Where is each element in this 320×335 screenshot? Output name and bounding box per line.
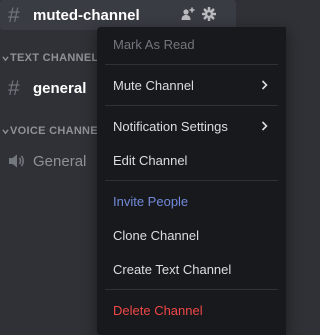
channel-actions bbox=[181, 6, 217, 26]
menu-item-mark-as-read[interactable]: Mark As Read bbox=[97, 31, 286, 57]
menu-divider bbox=[105, 180, 278, 181]
menu-divider bbox=[105, 289, 278, 290]
category-voice-channels[interactable]: VOICE CHANNELS bbox=[0, 125, 113, 137]
add-member-icon[interactable] bbox=[181, 7, 195, 26]
speaker-icon bbox=[8, 153, 26, 169]
channel-name: general bbox=[33, 79, 87, 97]
gear-icon[interactable] bbox=[201, 6, 217, 26]
menu-item-notification-settings[interactable]: Notification Settings bbox=[97, 113, 286, 139]
channel-name: muted-channel bbox=[33, 6, 140, 24]
chevron-down-icon bbox=[0, 55, 10, 62]
category-label: TEXT CHANNELS bbox=[10, 52, 107, 64]
chevron-down-icon bbox=[0, 128, 10, 135]
menu-item-mute-channel[interactable]: Mute Channel bbox=[97, 72, 286, 98]
channel-context-menu: Mark As Read Mute Channel Notification S… bbox=[97, 27, 286, 335]
menu-item-edit-channel[interactable]: Edit Channel bbox=[97, 147, 286, 173]
menu-item-delete-channel[interactable]: Delete Channel bbox=[97, 297, 286, 323]
channel-name: General bbox=[33, 152, 87, 170]
hash-icon: # bbox=[8, 3, 20, 27]
voice-channel-general[interactable]: General bbox=[0, 148, 86, 174]
menu-item-invite-people[interactable]: Invite People bbox=[97, 188, 286, 214]
channel-item-muted-channel[interactable]: # muted-channel bbox=[0, 0, 236, 30]
menu-item-clone-channel[interactable]: Clone Channel bbox=[97, 222, 286, 248]
menu-item-create-text-channel[interactable]: Create Text Channel bbox=[97, 256, 286, 282]
chevron-right-icon bbox=[261, 78, 268, 93]
menu-divider bbox=[105, 64, 278, 65]
channel-item-general[interactable]: # general bbox=[0, 75, 86, 101]
category-text-channels[interactable]: TEXT CHANNELS bbox=[0, 52, 106, 64]
hash-icon: # bbox=[8, 76, 20, 100]
chevron-right-icon bbox=[261, 119, 268, 134]
menu-divider bbox=[105, 105, 278, 106]
